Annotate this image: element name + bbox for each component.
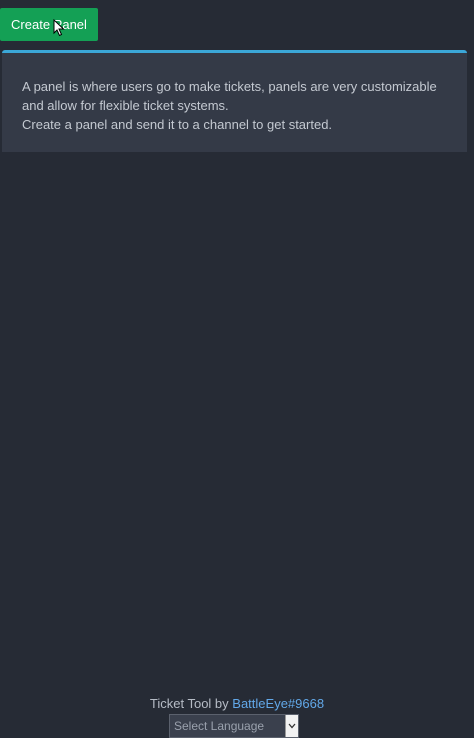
language-select-value: Select Language: [174, 719, 265, 733]
footer-credit: Ticket Tool by BattleEye#9668: [0, 696, 474, 712]
panel-info-description: A panel is where users go to make ticket…: [22, 79, 437, 113]
create-panel-button[interactable]: Create Panel: [0, 8, 98, 41]
panel-info-box: A panel is where users go to make ticket…: [2, 50, 467, 152]
author-link[interactable]: BattleEye#9668: [232, 696, 324, 711]
language-select[interactable]: Select Language: [169, 714, 299, 738]
mouse-pointer-icon: [53, 18, 65, 37]
chevron-down-icon[interactable]: [285, 715, 298, 737]
footer-credit-text: Ticket Tool by: [149, 696, 233, 711]
panel-info-instruction: Create a panel and send it to a channel …: [22, 117, 333, 132]
